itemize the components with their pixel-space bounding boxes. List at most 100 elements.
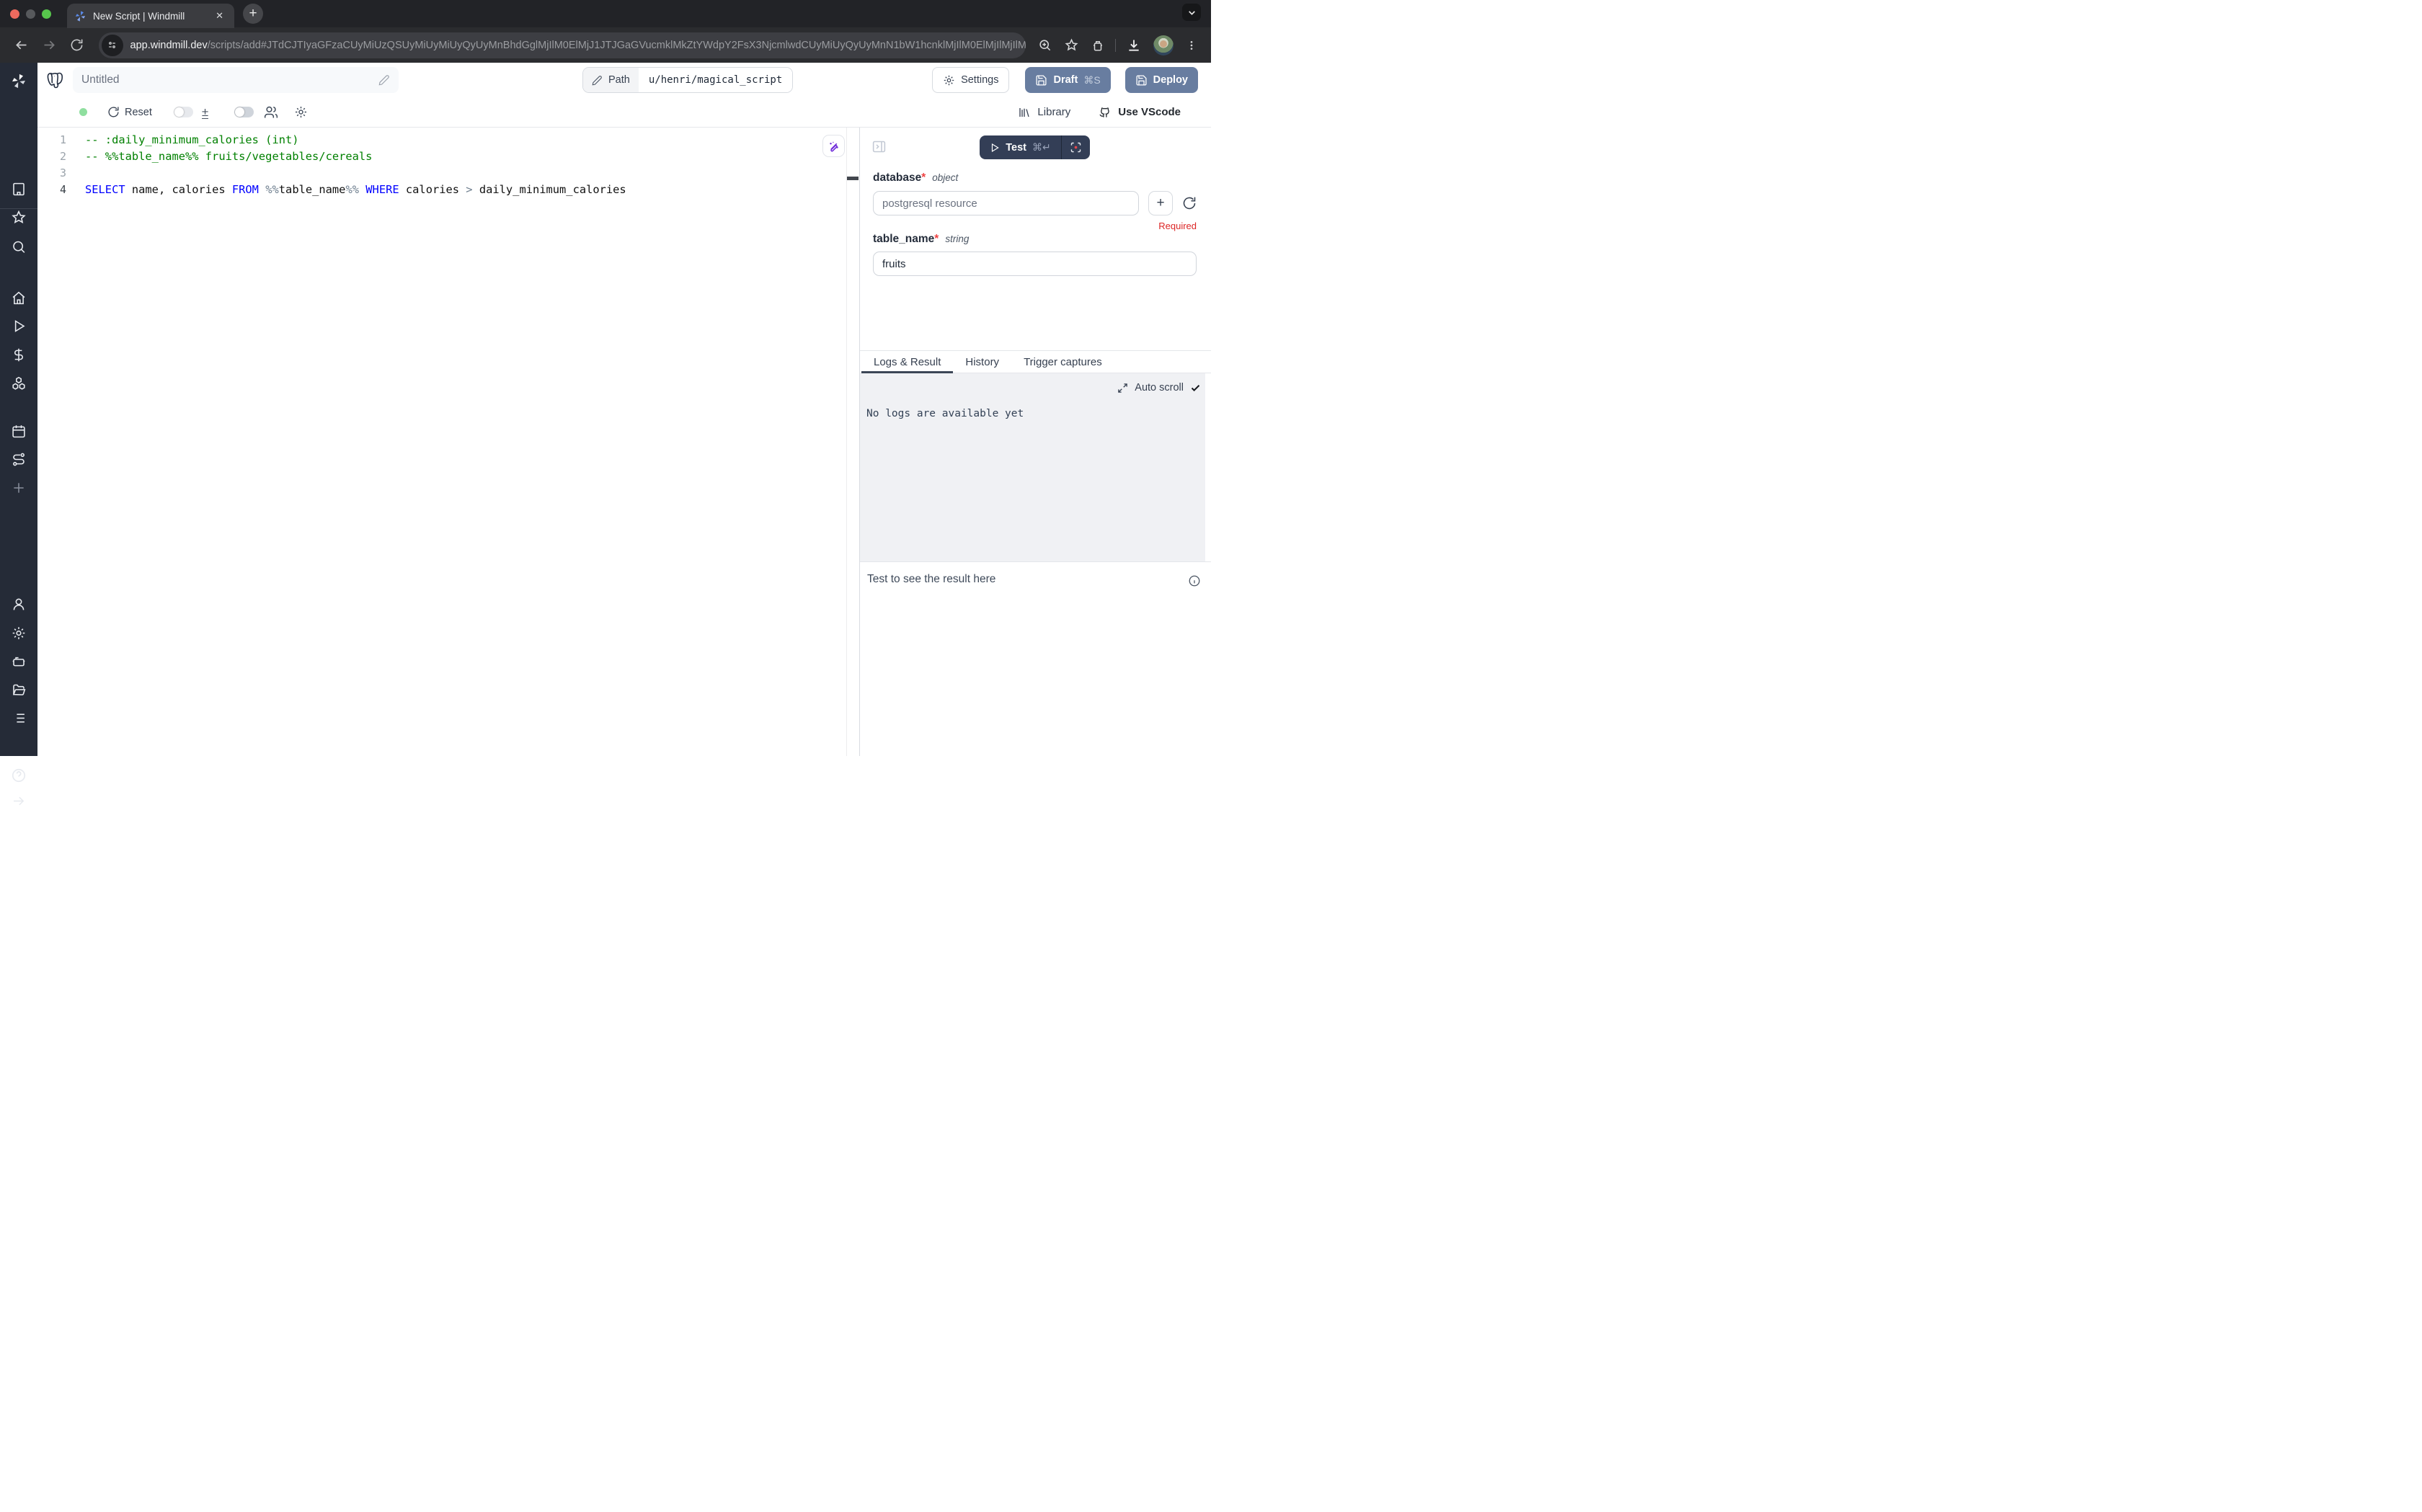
edit-name-pencil-icon[interactable] xyxy=(378,74,390,86)
script-name-field[interactable]: Untitled xyxy=(73,67,399,93)
editor-settings-gear-icon[interactable] xyxy=(294,105,308,119)
search-icon[interactable] xyxy=(12,239,27,254)
draft-button[interactable]: Draft ⌘S xyxy=(1025,67,1110,93)
home-icon[interactable] xyxy=(12,290,27,306)
deploy-button[interactable]: Deploy xyxy=(1125,67,1198,93)
traffic-lights[interactable] xyxy=(10,9,51,19)
tab-search-chevron-icon[interactable] xyxy=(1182,4,1201,21)
zoom-window-button[interactable] xyxy=(42,9,51,19)
expand-icon[interactable] xyxy=(1117,383,1128,393)
site-info-icon[interactable] xyxy=(102,35,123,56)
runs-play-icon[interactable] xyxy=(12,319,27,334)
play-icon xyxy=(990,143,1000,153)
schedules-calendar-icon[interactable] xyxy=(12,424,27,439)
field-type: object xyxy=(932,172,958,183)
path-field[interactable]: Path u/henri/magical_script xyxy=(582,67,793,93)
zoom-page-icon[interactable] xyxy=(1038,38,1052,52)
tab-title: New Script | Windmill xyxy=(93,11,212,22)
test-shortcut: ⌘↵ xyxy=(1032,141,1051,154)
no-logs-message: No logs are available yet xyxy=(866,408,1024,419)
bookmark-star-icon[interactable] xyxy=(1065,38,1078,52)
arguments-section: Test ⌘↵ database* object xyxy=(860,128,1211,350)
forward-icon[interactable] xyxy=(42,37,57,53)
code-line-3[interactable]: 3 xyxy=(37,164,859,181)
code-line-4[interactable]: 4 SELECT name, calories FROM %%table_nam… xyxy=(37,181,859,197)
minimize-window-button[interactable] xyxy=(26,9,35,19)
code-line-1[interactable]: 1 -- :daily_minimum_calories (int) xyxy=(37,131,859,148)
settings-button[interactable]: Settings xyxy=(932,67,1009,93)
users-person-icon[interactable] xyxy=(12,597,27,612)
check-icon xyxy=(1190,383,1201,393)
routes-icon[interactable] xyxy=(12,452,27,467)
required-message: Required xyxy=(873,221,1197,231)
profile-avatar[interactable] xyxy=(1153,35,1174,55)
magic-wand-icon xyxy=(828,140,840,153)
save-floppy-icon xyxy=(1035,74,1047,86)
tab-history[interactable]: History xyxy=(953,351,1011,373)
capture-button[interactable] xyxy=(1062,135,1090,159)
extension-icon[interactable] xyxy=(1091,39,1104,52)
capture-frame-icon xyxy=(1070,141,1082,154)
help-icon[interactable] xyxy=(11,768,27,783)
postgresql-icon xyxy=(46,71,66,90)
path-label: Path xyxy=(608,74,630,86)
workers-robot-icon[interactable] xyxy=(12,654,27,669)
multiplayer-users-icon xyxy=(264,105,278,120)
diff-toggle[interactable] xyxy=(174,107,193,117)
library-button[interactable]: Library xyxy=(1018,106,1070,119)
tab-logs-result[interactable]: Logs & Result xyxy=(861,351,953,373)
code-editor[interactable]: 1 -- :daily_minimum_calories (int) 2 -- … xyxy=(37,128,859,756)
back-icon[interactable] xyxy=(14,37,29,53)
tab-close-icon[interactable]: ✕ xyxy=(212,9,227,23)
tab-trigger-captures[interactable]: Trigger captures xyxy=(1011,351,1114,373)
windmill-favicon xyxy=(74,10,86,22)
panel-tabs: Logs & Result History Trigger captures xyxy=(860,350,1211,373)
database-input[interactable] xyxy=(873,191,1139,215)
logs-area: Auto scroll No logs are available yet xyxy=(860,373,1205,561)
url-text[interactable]: app.windmill.dev/scripts/add#JTdCJTIyaGF… xyxy=(130,40,1026,51)
line-number: 3 xyxy=(37,166,66,179)
required-asterisk: * xyxy=(934,233,939,245)
line-number: 1 xyxy=(37,133,66,146)
ai-assistant-button[interactable] xyxy=(822,135,845,157)
add-resource-button[interactable]: + xyxy=(1148,191,1173,215)
github-icon xyxy=(1098,105,1112,119)
table-name-input[interactable] xyxy=(873,252,1197,276)
test-button[interactable]: Test ⌘↵ xyxy=(980,135,1060,159)
info-icon[interactable] xyxy=(1188,574,1201,587)
download-icon[interactable] xyxy=(1127,38,1141,53)
close-window-button[interactable] xyxy=(10,9,19,19)
overview-ruler-cursor-mark xyxy=(847,177,859,180)
expand-sidebar-arrow-icon[interactable] xyxy=(12,793,27,809)
browser-menu-kebab-icon[interactable] xyxy=(1186,40,1197,51)
draft-shortcut: ⌘S xyxy=(1083,74,1100,86)
use-vscode-button[interactable]: Use VScode xyxy=(1098,105,1181,119)
run-panel: Test ⌘↵ database* object xyxy=(859,128,1211,756)
windmill-logo[interactable] xyxy=(11,73,27,89)
address-bar[interactable]: app.windmill.dev/scripts/add#JTdCJTIyaGF… xyxy=(99,32,1026,58)
browser-tab[interactable]: New Script | Windmill ✕ xyxy=(67,4,234,28)
refresh-resources-icon[interactable] xyxy=(1182,196,1197,210)
variables-dollar-icon[interactable] xyxy=(12,347,27,363)
reset-button[interactable]: Reset xyxy=(107,106,152,118)
add-plus-icon[interactable] xyxy=(12,481,26,495)
settings-gear-icon[interactable] xyxy=(12,626,27,641)
workspace-building-icon[interactable] xyxy=(12,182,27,197)
code-line-2[interactable]: 2 -- %%table_name%% fruits/vegetables/ce… xyxy=(37,148,859,164)
favorites-star-icon[interactable] xyxy=(12,210,27,225)
path-value[interactable]: u/henri/magical_script xyxy=(639,68,792,92)
result-area: Test to see the result here xyxy=(860,561,1211,756)
audit-logs-list-icon[interactable] xyxy=(12,711,27,726)
app-sidebar xyxy=(0,63,37,756)
path-label-segment: Path xyxy=(583,68,639,92)
collapse-panel-icon[interactable] xyxy=(871,139,887,154)
reload-icon[interactable] xyxy=(70,38,84,52)
auto-scroll-control[interactable]: Auto scroll xyxy=(1117,382,1201,393)
resources-boxes-icon[interactable] xyxy=(11,375,27,391)
field-type: string xyxy=(945,234,969,244)
gear-icon xyxy=(943,74,955,86)
tab-strip: New Script | Windmill ✕ + xyxy=(0,0,1211,27)
new-tab-button[interactable]: + xyxy=(243,4,263,24)
multiplayer-toggle[interactable] xyxy=(234,107,254,117)
folders-icon[interactable] xyxy=(12,682,27,698)
